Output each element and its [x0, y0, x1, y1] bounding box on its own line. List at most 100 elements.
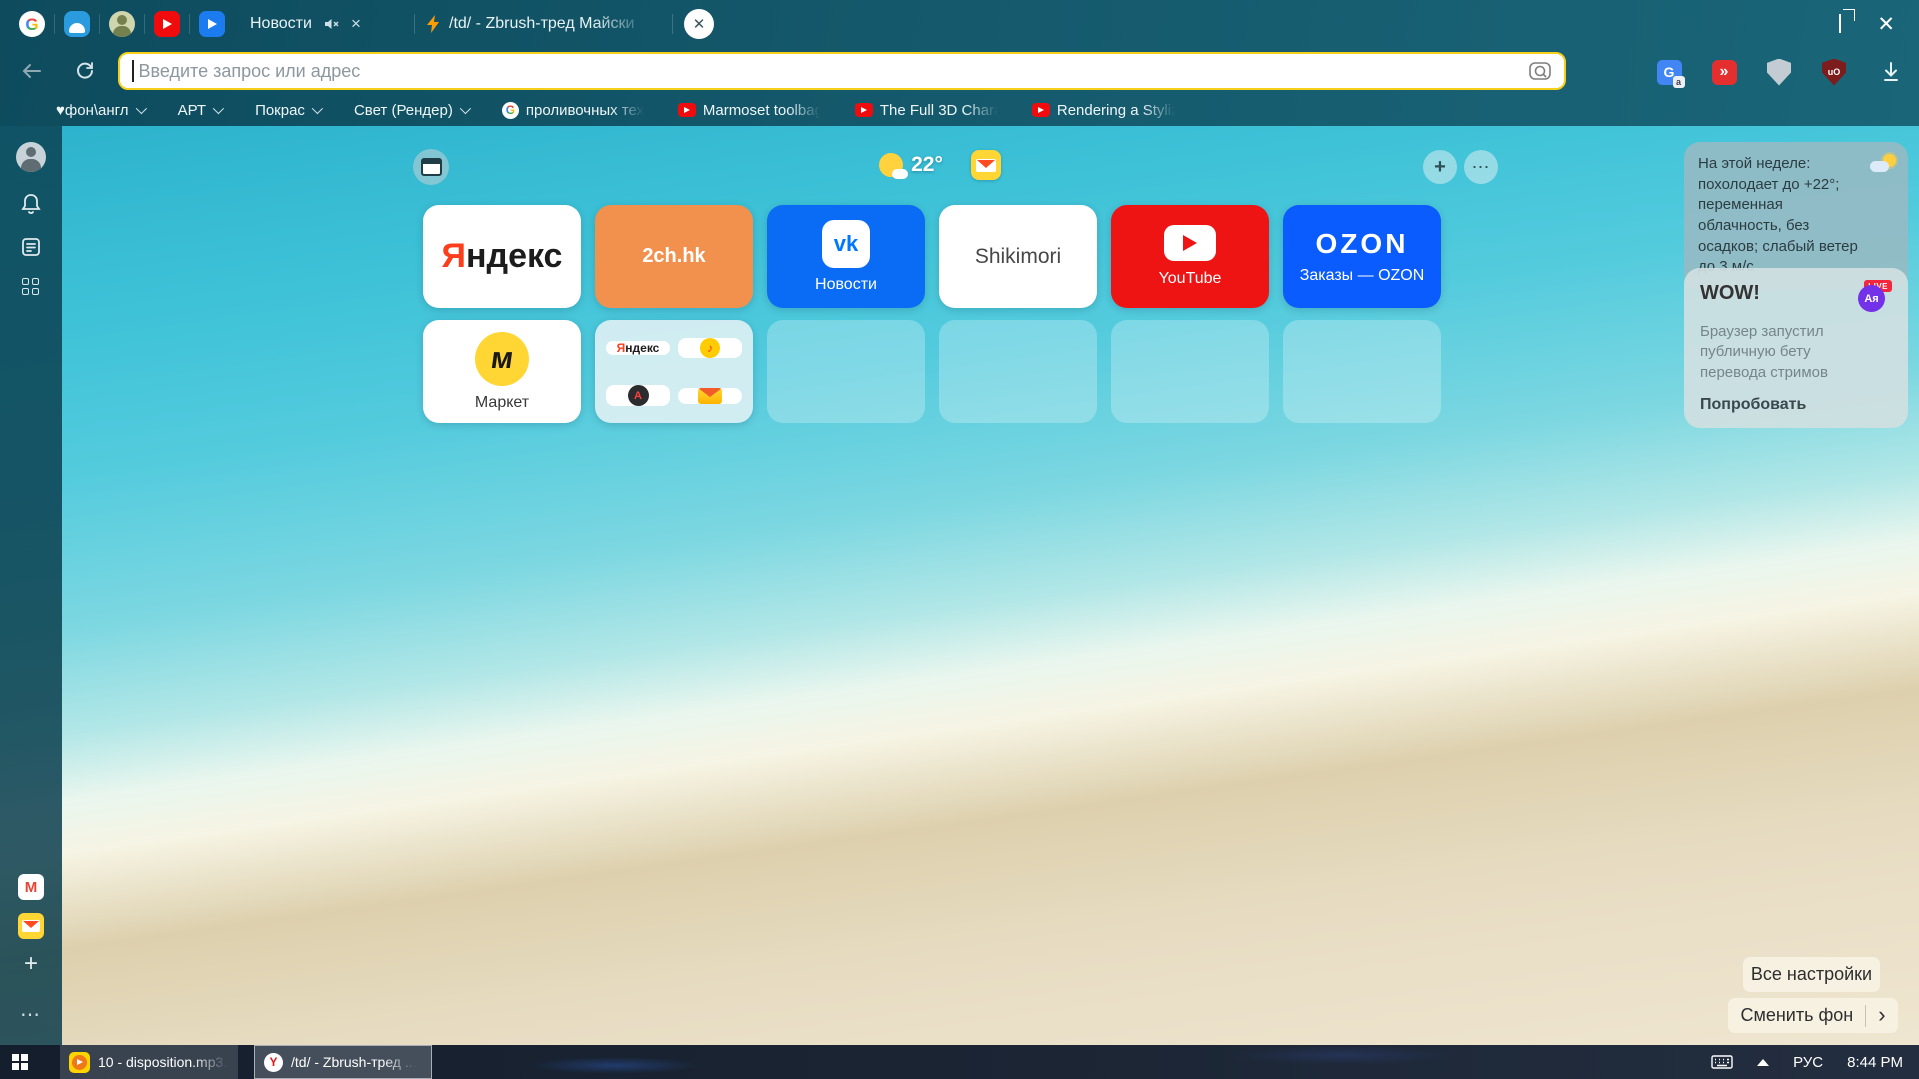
reload-button[interactable] — [70, 56, 100, 86]
text-caret — [132, 60, 134, 82]
yandex-browser-window: G Новости × /td/ - Zbrush-тред Майски ✕ … — [0, 0, 1919, 1079]
active-tab-close-button[interactable]: ✕ — [684, 9, 714, 39]
feed-button[interactable] — [20, 236, 42, 258]
tab-zbrush[interactable]: /td/ - Zbrush-тред Майски — [426, 0, 666, 48]
chevron-down-icon — [212, 102, 225, 115]
youtube-play-icon — [1164, 225, 1216, 261]
notifications-bell-button[interactable] — [20, 192, 42, 216]
shield-icon — [1767, 58, 1791, 86]
yandex-logo: Яндекс — [441, 237, 563, 275]
tile-shikimori[interactable]: Shikimori — [939, 205, 1097, 308]
chevron-right-icon[interactable]: › — [1878, 1003, 1885, 1026]
tab-close-icon[interactable]: × — [351, 14, 361, 34]
mail-chip[interactable] — [970, 150, 1001, 180]
all-settings-button[interactable]: Все настройки — [1743, 957, 1880, 992]
gmail-shortcut[interactable]: M — [18, 874, 44, 900]
clock[interactable]: 8:44 PM — [1847, 1054, 1903, 1071]
stream-translate-icon: LIVE Ая — [1858, 280, 1892, 312]
address-bar[interactable] — [118, 52, 1566, 90]
protect-extension-button[interactable] — [1763, 56, 1795, 88]
speed-dial-grid: Яндекс 2ch.hk vk Новости Shikimori YouTu… — [423, 205, 1463, 423]
touch-keyboard-button[interactable] — [1711, 1055, 1733, 1069]
start-button[interactable] — [0, 1045, 48, 1079]
blue-mascot-icon — [64, 11, 90, 37]
bookmark-prolivochnyh[interactable]: Gпроливочных тех — [501, 101, 644, 119]
bookmark-rendering[interactable]: Rendering a Stylize — [1031, 102, 1175, 119]
back-button[interactable] — [16, 56, 46, 86]
tile-vk-news[interactable]: vk Новости — [767, 205, 925, 308]
google-icon: G — [501, 101, 519, 119]
pinned-tab-3[interactable] — [109, 11, 135, 37]
language-indicator[interactable]: РУС — [1793, 1054, 1823, 1071]
folder-item-music[interactable]: ♪ — [678, 337, 742, 358]
browser-chrome: G Новости × /td/ - Zbrush-тред Майски ✕ … — [0, 0, 1919, 126]
tile-youtube[interactable]: YouTube — [1111, 205, 1269, 308]
image-search-icon[interactable] — [1528, 60, 1552, 82]
tableau-more-button[interactable]: ⋯ — [1464, 150, 1498, 184]
bookmarks-bar: ♥фон\англ АРТ Покрас Свет (Рендер) Gпрол… — [0, 94, 1919, 126]
yandex-mail-shortcut[interactable] — [18, 913, 44, 939]
ublock-extension-button[interactable]: uO — [1818, 56, 1850, 88]
bookmark-folder-svet[interactable]: Свет (Рендер) — [354, 102, 471, 119]
translate-extension-button[interactable]: G — [1653, 56, 1685, 88]
tab-separator — [672, 14, 673, 34]
try-it-link[interactable]: Попробовать — [1700, 396, 1892, 414]
show-hidden-icons-button[interactable] — [1757, 1058, 1770, 1066]
youtube-icon — [154, 11, 180, 37]
restore-button[interactable] — [1839, 14, 1842, 33]
tab-strip: G Новости × /td/ - Zbrush-тред Майски ✕ … — [0, 0, 1919, 48]
tab-novosti[interactable]: Новости × — [250, 0, 408, 48]
notification-card[interactable]: WOW! LIVE Ая Браузер запустил публичную … — [1684, 268, 1908, 428]
ellipsis-icon: ⋯ — [1471, 156, 1491, 177]
bookmark-full3d[interactable]: The Full 3D Charac — [854, 102, 998, 119]
folder-item-yandex[interactable]: Яндекс — [606, 340, 670, 355]
services-grid-button[interactable] — [22, 278, 40, 296]
folder-item-mail[interactable] — [678, 387, 742, 404]
fast-forward-icon: » — [1711, 59, 1737, 85]
tile-yandex[interactable]: Яндекс — [423, 205, 581, 308]
tile-empty[interactable] — [939, 320, 1097, 423]
tile-empty[interactable] — [1111, 320, 1269, 423]
add-tile-button[interactable]: + — [1423, 150, 1457, 184]
tile-2ch[interactable]: 2ch.hk — [595, 205, 753, 308]
anime-icon: А — [627, 385, 649, 406]
pinned-tab-video[interactable] — [199, 11, 225, 37]
taskbar-app-browser[interactable]: Y /td/ - Zbrush-тред ... — [254, 1045, 432, 1079]
pinned-tab-2[interactable] — [64, 11, 90, 37]
folder-item-anime[interactable]: А — [606, 385, 670, 406]
profile-avatar[interactable] — [16, 142, 46, 172]
translate-icon: G — [1656, 59, 1685, 88]
change-background-button[interactable]: Сменить фон › — [1728, 998, 1898, 1033]
button-divider — [1865, 1004, 1867, 1027]
sidebar-more-button[interactable]: ⋯ — [20, 1002, 42, 1027]
tile-folder[interactable]: Яндекс ♪ А — [595, 320, 753, 423]
tile-empty[interactable] — [1283, 320, 1441, 423]
bookmark-folder-art[interactable]: АРТ — [178, 102, 225, 119]
tile-ozon[interactable]: OZON Заказы — OZON — [1283, 205, 1441, 308]
audio-player-icon — [69, 1051, 90, 1073]
windows-taskbar: 10 - disposition.mp3... Y /td/ - Zbrush-… — [0, 1045, 1919, 1079]
lightning-icon — [426, 15, 440, 33]
speed-extension-button[interactable]: » — [1708, 56, 1740, 88]
weather-chip[interactable]: 22° — [879, 153, 943, 179]
pinned-tab-youtube[interactable] — [154, 11, 180, 37]
play-icon — [199, 11, 225, 37]
chevron-down-icon — [459, 102, 471, 115]
close-window-button[interactable]: ✕ — [1877, 14, 1895, 35]
weather-forecast-text: На этой неделе: похолодает до +22°; пере… — [1698, 155, 1858, 276]
tab-separator — [144, 14, 145, 34]
tile-market[interactable]: м Маркет — [423, 320, 581, 423]
browser-sidebar: M + ⋯ — [0, 126, 62, 1045]
bookmark-folder-pokras[interactable]: Покрас — [255, 102, 324, 119]
taskbar-app-player[interactable]: 10 - disposition.mp3... — [60, 1045, 238, 1079]
sidebar-add-button[interactable]: + — [24, 952, 38, 976]
sun-behind-cloud-icon — [1870, 154, 1896, 172]
bookmark-folder-fon-angl[interactable]: ♥фон\англ — [56, 102, 147, 119]
pinned-tab-google[interactable]: G — [19, 11, 45, 37]
bookmark-marmoset[interactable]: Marmoset toolbag — [677, 102, 821, 119]
downloads-button[interactable] — [1875, 56, 1907, 88]
address-input[interactable] — [136, 59, 1528, 83]
music-icon: ♪ — [700, 337, 720, 358]
tab-mute-icon[interactable] — [324, 17, 339, 31]
tile-empty[interactable] — [767, 320, 925, 423]
